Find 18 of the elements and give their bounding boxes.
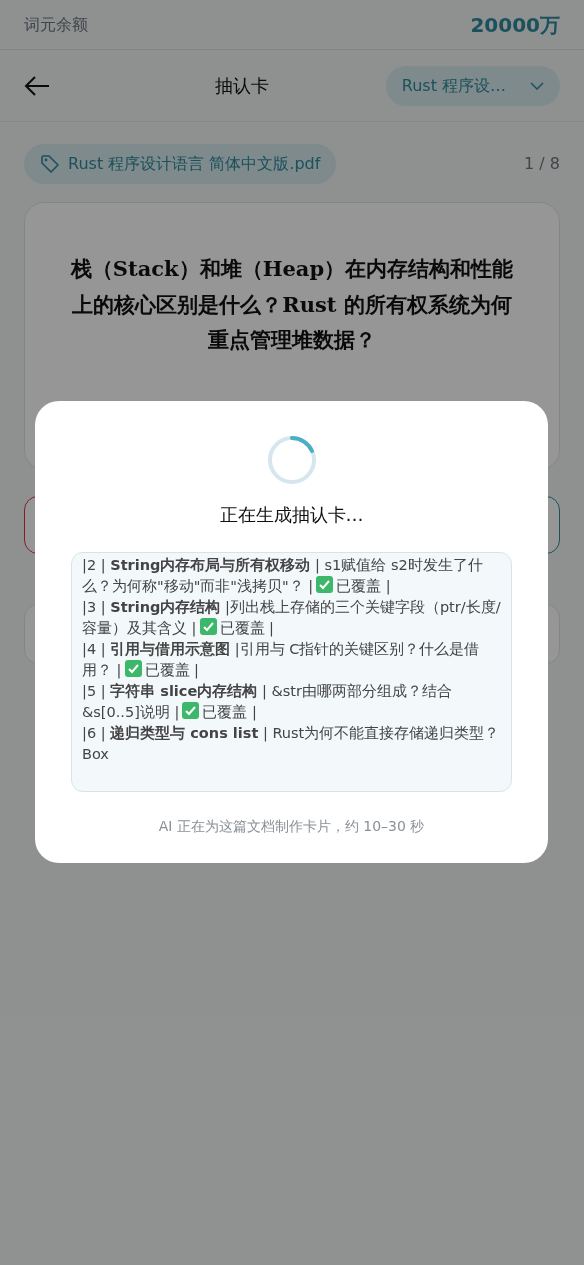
- stream-line: |3 | String内存结构 |列出栈上存储的三个关键字段（ptr/长度/容量）及其含义 | 已覆盖 |: [82, 598, 501, 639]
- tag-icon: [40, 154, 60, 174]
- stream-line: |5 | 字符串 slice内存结构 | &str由哪两部分组成？结合 &s[0..5]说明 | 已覆盖 |: [82, 682, 453, 723]
- page-title: 抽认卡: [214, 74, 269, 98]
- card-counter: 1 / 8: [524, 153, 560, 175]
- balance-label: 词元余额: [24, 13, 88, 36]
- chevron-down-icon: [530, 81, 544, 90]
- balance-value: 20000万: [470, 11, 560, 39]
- document-tag: Rust 程序设计语言 简体中文版.pdf: [24, 144, 337, 184]
- status-note: AI 正在为这篇文档制作卡片，约 10–30 秒: [158, 817, 425, 836]
- modal-title: 正在生成抽认卡…: [219, 503, 364, 527]
- back-icon[interactable]: [24, 74, 50, 97]
- question-text: 栈（Stack）和堆（Heap）在内存结构和性能上的核心区别是什么？Rust 的所有权系统为何重点管理堆数据？: [69, 255, 515, 355]
- spinner-icon: [266, 435, 317, 485]
- document-selector[interactable]: Rust 程序设…: [385, 65, 560, 106]
- stream-line: |4 | 引用与借用示意图 |引用与 C指针的关键区别？什么是借用？ | 已覆盖 |: [82, 640, 481, 681]
- stream-line: |6 | 递归类型与 cons list | Rust为何不能直接存储递归类型？Box: [82, 724, 501, 765]
- stream-line: |2 | String内存布局与所有权移动 | s1赋值给 s2时发生了什么？为何称"移动"而非"浅拷贝"？ | 已覆盖 |: [82, 556, 484, 597]
